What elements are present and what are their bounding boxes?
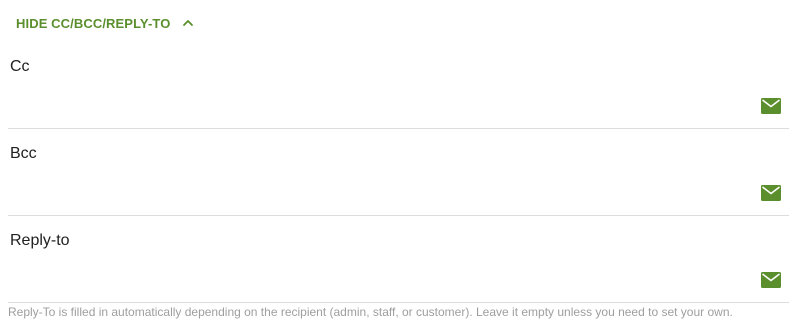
chevron-up-icon xyxy=(183,20,194,26)
cc-label: Cc xyxy=(10,58,30,75)
reply-to-input[interactable] xyxy=(10,262,750,296)
hide-cc-bcc-replyto-toggle[interactable]: HIDE CC/BCC/REPLY-TO xyxy=(16,13,194,33)
reply-to-hint: Reply-To is filled in automatically depe… xyxy=(8,305,733,319)
mail-icon[interactable] xyxy=(761,272,781,288)
toggle-label: HIDE CC/BCC/REPLY-TO xyxy=(16,15,171,31)
cc-input[interactable] xyxy=(10,88,750,122)
mail-icon[interactable] xyxy=(761,185,781,201)
reply-to-field: Reply-to xyxy=(8,232,789,303)
reply-to-label: Reply-to xyxy=(10,232,70,249)
mail-icon[interactable] xyxy=(761,98,781,114)
cc-field: Cc xyxy=(8,58,789,129)
bcc-input[interactable] xyxy=(10,175,750,209)
bcc-label: Bcc xyxy=(10,145,37,162)
bcc-field: Bcc xyxy=(8,145,789,216)
